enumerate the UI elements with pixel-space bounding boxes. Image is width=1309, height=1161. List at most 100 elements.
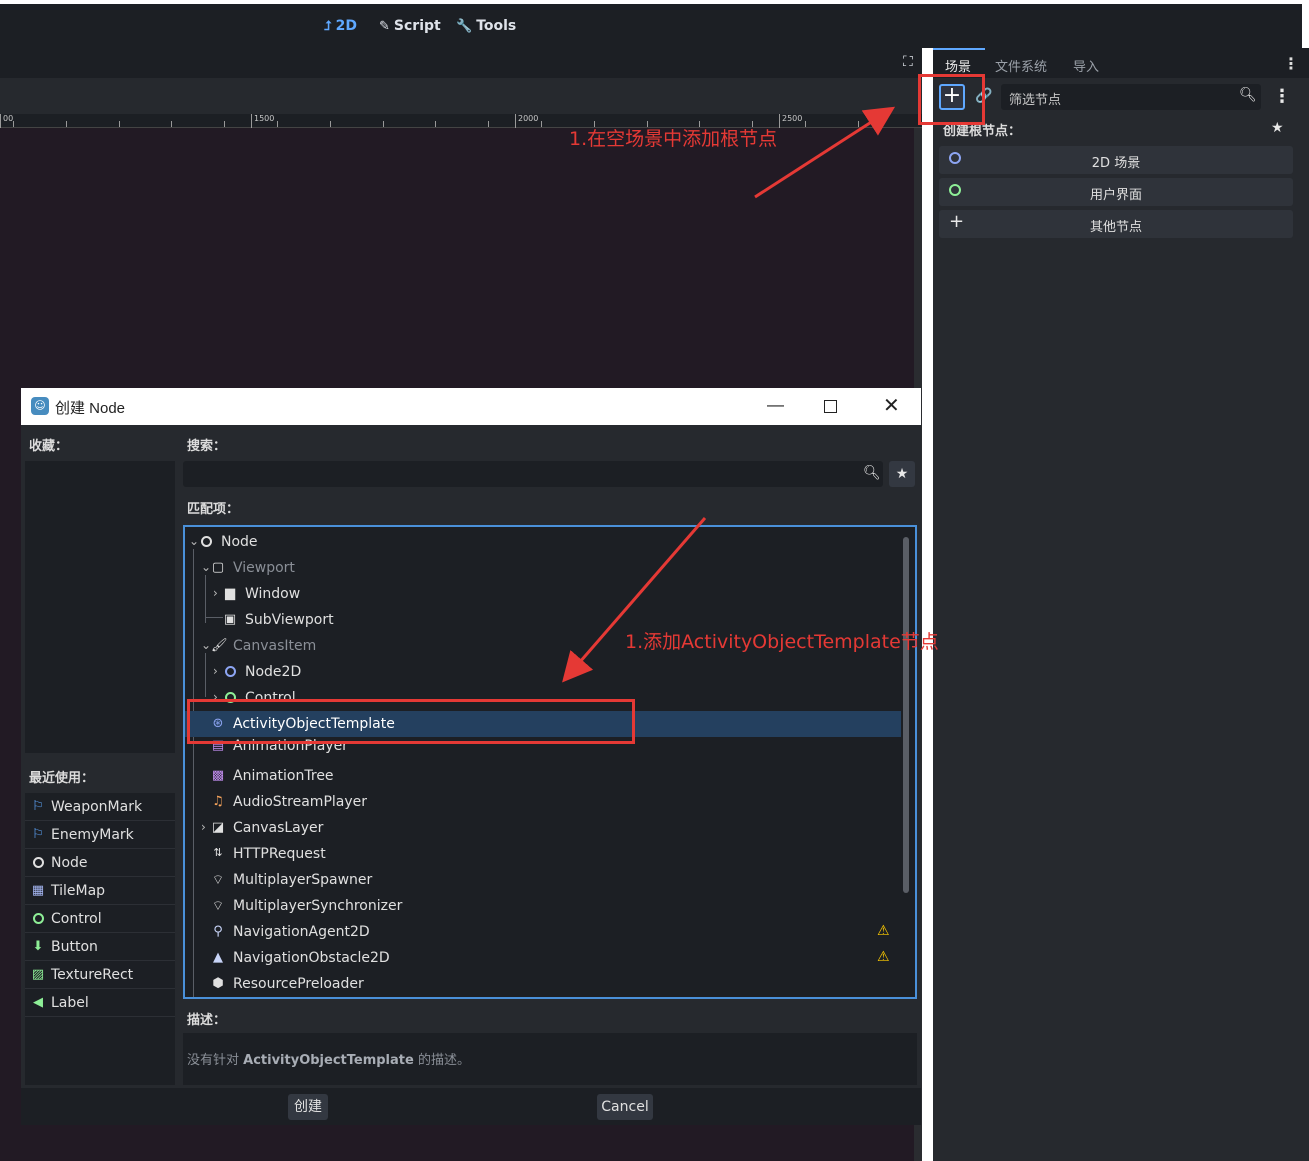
fullscreen-icon[interactable]: ⛶ [903,54,913,70]
marker-flag-icon: ⚐ [32,827,44,842]
ruler-tick [66,121,67,127]
node-class-tree[interactable]: ⌄ Node ⌄ ▢ Viewport › ▆ Window ▣ SubView… [183,525,917,999]
recent-list: ⚐ WeaponMark ⚐ EnemyMark Node ▦ TileMap [25,793,175,1085]
recent-item-enemymark[interactable]: ⚐ EnemyMark [25,821,175,849]
root-2d-scene-button[interactable]: 2D 场景 [939,146,1293,174]
workspace-2d-label: 2D [335,18,358,34]
tree-item-label: HTTPRequest [233,846,326,862]
tree-item-animationtree[interactable]: ▩ AnimationTree [185,763,901,789]
root-ui-button[interactable]: 用户界面 [939,178,1293,206]
filter-nodes-input[interactable]: 筛选节点 [1009,89,1061,108]
canvas-layer-icon: ◪ [211,820,225,835]
annotation-add-template-text: 1.添加ActivityObjectTemplate节点 [625,631,939,653]
recent-item-texturerect[interactable]: ▨ TextureRect [25,961,175,989]
ruler-tick [805,121,806,127]
search-icon: 🔍︎ [863,465,881,481]
workspace-2d-button[interactable]: ⮥ 2D [324,18,357,34]
recent-item-label: Node [51,855,88,871]
recent-item-control[interactable]: Control [25,905,175,933]
recent-item-label: TextureRect [51,967,134,983]
ruler-tick [488,121,489,127]
viewport-icon: ▢ [211,560,225,575]
matches-label: 匹配项： [187,502,240,517]
tree-item-label: CanvasLayer [233,820,324,836]
tree-item-node2d[interactable]: › Node2D [185,659,901,685]
brush-icon: 🖌︎ [211,638,228,653]
recent-item-label-node[interactable]: ◀ Label [25,989,175,1017]
close-icon[interactable]: ✕ [883,393,900,418]
favorite-toggle-button[interactable]: ★ [889,461,915,487]
favorite-star-icon[interactable]: ★ [1271,120,1284,136]
root-other-label: 其他节点 [1089,220,1142,235]
create-button[interactable]: 创建 [288,1094,328,1120]
window-icon: ▆ [225,586,235,601]
tree-scrollbar[interactable] [903,537,909,893]
tree-item-viewport[interactable]: ⌄ ▢ Viewport [185,555,901,581]
ruler-label: 00 [0,114,13,128]
tree-item-label: Window [245,586,301,602]
warning-icon: ⚠ [877,923,890,939]
collapse-arrow-icon[interactable]: ⌄ [201,560,211,574]
ruler-label: 2500 [779,114,802,128]
description-suffix: 的描述。 [413,1053,470,1068]
recent-item-button[interactable]: ⬇ Button [25,933,175,961]
expand-arrow-icon[interactable]: › [213,664,223,678]
filter-nodes-field[interactable]: 筛选节点 🔍︎ [1001,84,1261,110]
workspace-tools-button[interactable]: 🔧 Tools [456,18,516,34]
root-other-button[interactable]: + 其他节点 [939,210,1293,238]
recent-item-label: Control [51,911,102,927]
ruler-tick [541,121,542,127]
ruler-label: 1500 [251,114,274,128]
create-node-dialog: ☺ 创建 Node — ✕ 收藏： 最近使用： ⚐ WeaponMark ⚐ E… [21,388,921,1125]
collapse-arrow-icon[interactable]: ⌄ [201,638,211,652]
recent-item-weaponmark[interactable]: ⚐ WeaponMark [25,793,175,821]
tree-item-navigationobstacle2d[interactable]: ▲ NavigationObstacle2D ⚠ [185,945,901,971]
tilemap-icon: ▦ [31,883,45,898]
tab-filesystem[interactable]: 文件系统 [995,56,1047,75]
node-icon [199,534,213,551]
warning-icon: ⚠ [877,949,890,965]
ruler-tick [383,121,384,127]
tree-item-node[interactable]: ⌄ Node [185,529,901,555]
expand-arrow-icon[interactable]: › [201,820,211,834]
dock-menu-icon[interactable]: ⋮ [1283,54,1299,73]
tab-scene[interactable]: 场景 [945,56,971,75]
ruler-tick [435,121,436,127]
ruler-tick [858,121,859,127]
ruler-tick [119,121,120,127]
maximize-icon[interactable] [824,400,837,413]
tree-item-canvaslayer[interactable]: › ◪ CanvasLayer [185,815,901,841]
favorites-list[interactable] [25,461,175,753]
collapse-arrow-icon[interactable]: ⌄ [189,534,199,548]
recent-item-node[interactable]: Node [25,849,175,877]
annotation-highlight-template [187,699,635,744]
more-options-icon[interactable]: ⋮ [1273,86,1291,107]
recent-item-tilemap[interactable]: ▦ TileMap [25,877,175,905]
tab-import[interactable]: 导入 [1073,56,1099,75]
expand-arrow-icon[interactable]: › [213,586,223,600]
tree-item-httprequest[interactable]: ⇅ HTTPRequest [185,841,901,867]
traffic-cone-icon: ▲ [213,950,223,965]
tree-item-label: MultiplayerSpawner [233,872,373,888]
workspace-tools-label: Tools [476,18,517,34]
tree-item-label: Node [221,534,258,550]
http-icon: ⇅ [213,846,223,859]
minimize-icon[interactable]: — [767,395,784,415]
description-label: 描述： [187,1013,227,1028]
tree-item-multiplayersynchronizer[interactable]: ⌔ MultiplayerSynchronizer [185,893,901,919]
cancel-button[interactable]: Cancel [597,1094,653,1120]
ruler-tick [277,121,278,127]
tree-item-label: Viewport [233,560,295,576]
search-input[interactable]: 🔍︎ [183,461,883,487]
script-icon: ✎ [379,18,390,34]
ruler-tick [330,121,331,127]
tree-item-multiplayerspawner[interactable]: ⌔ MultiplayerSpawner [185,867,901,893]
tree-item-navigationagent2d[interactable]: ⚲ NavigationAgent2D ⚠ [185,919,901,945]
tree-item-audiostreamplayer[interactable]: ♫ AudioStreamPlayer [185,789,901,815]
workspace-script-button[interactable]: ✎ Script [379,18,441,34]
search-label: 搜索： [187,439,227,454]
dialog-title-bar: ☺ 创建 Node — ✕ [21,388,921,425]
tree-item-resourcepreloader[interactable]: ⬢ ResourcePreloader [185,971,901,997]
ruler-label: 2000 [515,114,538,128]
tree-item-window[interactable]: › ▆ Window [185,581,901,607]
